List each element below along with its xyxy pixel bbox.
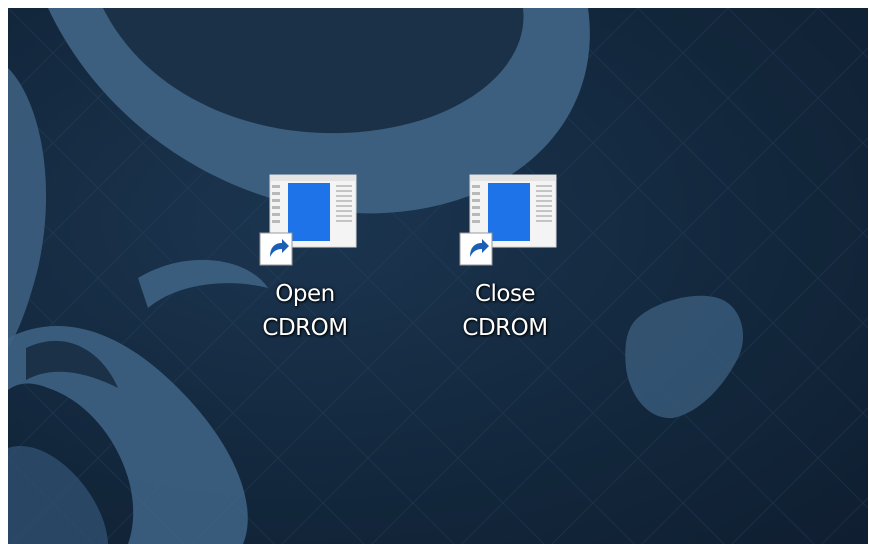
desktop-icon-open-cdrom[interactable]: Open CDROM <box>240 173 370 373</box>
label-line-2: CDROM <box>262 315 348 341</box>
desktop[interactable]: Open CDROM Close CDROM <box>8 8 868 544</box>
shortcut-arrow-icon <box>459 232 493 266</box>
desktop-icon-close-cdrom[interactable]: Close CDROM <box>440 173 570 373</box>
desktop-icon-label: Open CDROM <box>240 277 370 345</box>
window-app-shortcut-icon <box>458 173 568 273</box>
shortcut-arrow-icon <box>259 232 293 266</box>
label-line-2: CDROM <box>462 315 548 341</box>
label-line-1: Open <box>275 281 335 307</box>
label-line-1: Close <box>474 281 536 307</box>
window-app-shortcut-icon <box>258 173 368 273</box>
desktop-icon-label: Close CDROM <box>440 277 570 345</box>
wallpaper <box>8 8 868 544</box>
